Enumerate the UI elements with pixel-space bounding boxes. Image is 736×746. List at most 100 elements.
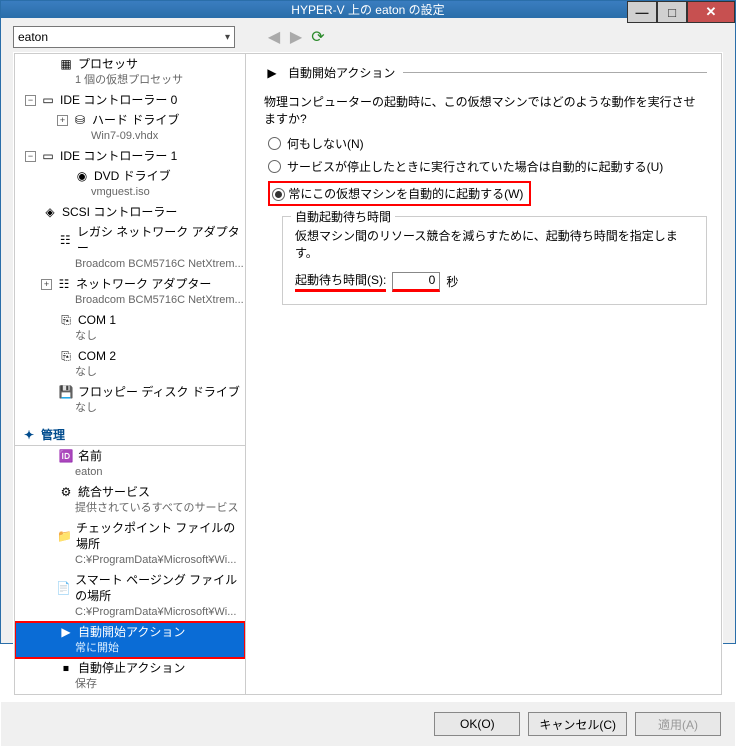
vm-selector[interactable]: eaton ▾ <box>13 26 235 48</box>
sidebar-item-label: スマート ページング ファイルの場所 <box>75 572 245 604</box>
radio-option[interactable]: 常にこの仮想マシンを自動的に起動する(W) <box>268 181 707 206</box>
radio-icon <box>272 188 285 201</box>
autostart-icon: ▶ <box>264 65 280 81</box>
group-legend: 自動起動待ち時間 <box>291 208 395 225</box>
sidebar-item-label: チェックポイント ファイルの場所 <box>76 520 245 552</box>
sidebar-item-label: COM 1 <box>78 312 116 328</box>
radio-option[interactable]: 何もしない(N) <box>268 135 707 152</box>
sidebar-item[interactable]: 🆔名前eaton <box>15 446 245 482</box>
sidebar-item[interactable]: 📄スマート ページング ファイルの場所C:¥ProgramData¥Micros… <box>15 570 245 622</box>
floppy-icon: 💾 <box>58 384 74 400</box>
button-row: OK(O) キャンセル(C) 適用(A) <box>1 702 735 746</box>
sidebar-item[interactable]: −▭IDE コントローラー 1 <box>15 146 245 166</box>
refresh-icon[interactable]: ⟳ <box>309 27 327 47</box>
sidebar-item-sub: 保存 <box>21 676 245 692</box>
expand-icon[interactable]: − <box>25 151 36 162</box>
sidebar-item[interactable]: ⚙統合サービス提供されているすべてのサービス <box>15 482 245 518</box>
sidebar-item-sub: 提供されているすべてのサービス <box>21 500 245 516</box>
nic-icon: ☷ <box>56 276 72 292</box>
wait-row: 起動待ち時間(S): 秒 <box>295 271 694 292</box>
titlebar: HYPER-V 上の eaton の設定 — □ ✕ <box>1 1 735 18</box>
expand-icon[interactable]: − <box>25 95 36 106</box>
sidebar-item-sub: Win7-09.vhdx <box>21 128 245 144</box>
content-header: ▶ 自動開始アクション <box>264 64 707 81</box>
content-pane: ▶ 自動開始アクション 物理コンピューターの起動時に、この仮想マシンではどのよう… <box>246 53 722 695</box>
sidebar-item[interactable]: 📁チェックポイント ファイルの場所C:¥ProgramData¥Microsof… <box>15 518 245 570</box>
sidebar-item-label: フロッピー ディスク ドライブ <box>78 384 240 400</box>
apply-button[interactable]: 適用(A) <box>635 712 721 736</box>
expand-icon[interactable]: + <box>41 279 52 290</box>
highlighted-radio: 常にこの仮想マシンを自動的に起動する(W) <box>268 181 531 206</box>
content-question: 物理コンピューターの起動時に、この仮想マシンではどのような動作を実行させますか? <box>264 93 707 127</box>
nav-forward-icon[interactable]: ▶ <box>287 27 305 47</box>
sidebar-item-label: COM 2 <box>78 348 116 364</box>
start-icon: ▶ <box>58 624 74 640</box>
radio-option[interactable]: サービスが停止したときに実行されていた場合は自動的に起動する(U) <box>268 158 707 175</box>
svc-icon: ⚙ <box>58 484 74 500</box>
maximize-button[interactable]: □ <box>657 1 687 23</box>
sidebar-item[interactable]: + ☷ネットワーク アダプターBroadcom BCM5716C NetXtrem… <box>15 274 245 310</box>
cancel-button[interactable]: キャンセル(C) <box>528 712 627 736</box>
sidebar-item[interactable]: +⛁ハード ドライブWin7-09.vhdx <box>15 110 245 146</box>
sidebar-item[interactable]: ▦プロセッサ1 個の仮想プロセッサ <box>15 54 245 90</box>
nav-back-icon[interactable]: ◀ <box>265 27 283 47</box>
sidebar-item-label: 自動開始アクション <box>78 624 185 640</box>
wait-label: 起動待ち時間(S): <box>295 271 386 292</box>
sidebar-item-sub: eaton <box>21 464 245 480</box>
sidebar-item[interactable]: ⎘COM 2なし <box>15 346 245 382</box>
sidebar-item-label: SCSI コントローラー <box>62 204 177 220</box>
wait-input[interactable] <box>392 272 440 292</box>
sidebar-item-label: レガシ ネットワーク アダプター <box>77 224 245 256</box>
dvd-icon: ◉ <box>74 168 90 184</box>
radio-label: 常にこの仮想マシンを自動的に起動する(W) <box>288 187 523 201</box>
sidebar-item[interactable]: −▭IDE コントローラー 0 <box>15 90 245 110</box>
settings-window: HYPER-V 上の eaton の設定 — □ ✕ eaton ▾ ◀ ▶ ⟳… <box>0 0 736 644</box>
autostart-delay-group: 自動起動待ち時間 仮想マシン間のリソース競合を減らすために、起動待ち時間を指定し… <box>282 216 707 305</box>
sidebar-item-sub: 常に開始 <box>21 640 245 656</box>
sidebar-item-label: ネットワーク アダプター <box>76 276 211 292</box>
minimize-button[interactable]: — <box>627 1 657 23</box>
ok-button[interactable]: OK(O) <box>434 712 520 736</box>
sidebar-item-sub: Broadcom BCM5716C NetXtrem... <box>21 292 245 308</box>
sidebar-item-label: プロセッサ <box>78 56 138 72</box>
radio-label: 何もしない(N) <box>287 135 364 152</box>
body-area: ▦プロセッサ1 個の仮想プロセッサ−▭IDE コントローラー 0+⛁ハード ドラ… <box>13 52 723 696</box>
sidebar-item-label: 統合サービス <box>78 484 150 500</box>
expand-icon[interactable]: + <box>57 115 68 126</box>
page-icon: 📄 <box>56 580 71 596</box>
sidebar-item[interactable]: 💾フロッピー ディスク ドライブなし <box>15 382 245 418</box>
sidebar-item-sub: vmguest.iso <box>21 184 245 200</box>
group-desc: 仮想マシン間のリソース競合を減らすために、起動待ち時間を指定します。 <box>295 227 694 261</box>
close-button[interactable]: ✕ <box>687 1 735 23</box>
nav-buttons: ◀ ▶ ⟳ <box>265 27 327 47</box>
sidebar-item-label: IDE コントローラー 0 <box>60 92 177 108</box>
sidebar-item-sub: Broadcom BCM5716C NetXtrem... <box>21 256 245 272</box>
sidebar-item[interactable]: ◈SCSI コントローラー <box>15 202 245 222</box>
sidebar-item[interactable]: ⎘COM 1なし <box>15 310 245 346</box>
nic-icon: ☷ <box>58 232 73 248</box>
vm-selector-value: eaton <box>18 30 48 44</box>
sidebar-item[interactable]: ⏹自動停止アクション保存 <box>15 658 245 694</box>
sidebar-item[interactable]: ▶自動開始アクション常に開始 <box>15 622 245 658</box>
window-buttons: — □ ✕ <box>627 1 735 23</box>
ide-icon: ▭ <box>40 148 56 164</box>
sidebar-tree: ▦プロセッサ1 個の仮想プロセッサ−▭IDE コントローラー 0+⛁ハード ドラ… <box>15 54 245 694</box>
radio-icon <box>268 160 281 173</box>
sidebar-item-sub: C:¥ProgramData¥Microsoft¥Wi... <box>21 604 245 620</box>
name-icon: 🆔 <box>58 448 74 464</box>
sidebar: ▦プロセッサ1 個の仮想プロセッサ−▭IDE コントローラー 0+⛁ハード ドラ… <box>14 53 246 695</box>
hdd-icon: ⛁ <box>72 112 88 128</box>
sidebar-item-sub: なし <box>21 364 245 380</box>
window-title: HYPER-V 上の eaton の設定 <box>1 1 735 18</box>
sidebar-item[interactable]: ☷レガシ ネットワーク アダプターBroadcom BCM5716C NetXt… <box>15 222 245 274</box>
sidebar-item-sub: 1 個の仮想プロセッサ <box>21 72 245 88</box>
wait-unit: 秒 <box>446 273 458 290</box>
cpu-icon: ▦ <box>58 56 74 72</box>
sidebar-item[interactable]: ◉DVD ドライブvmguest.iso <box>15 166 245 202</box>
radio-label: サービスが停止したときに実行されていた場合は自動的に起動する(U) <box>287 158 663 175</box>
sidebar-item-sub: C:¥ProgramData¥Microsoft¥Wi... <box>21 552 245 568</box>
chk-icon: 📁 <box>57 528 72 544</box>
header-divider <box>403 72 707 73</box>
sidebar-item-label: IDE コントローラー 1 <box>60 148 177 164</box>
radio-icon <box>268 137 281 150</box>
